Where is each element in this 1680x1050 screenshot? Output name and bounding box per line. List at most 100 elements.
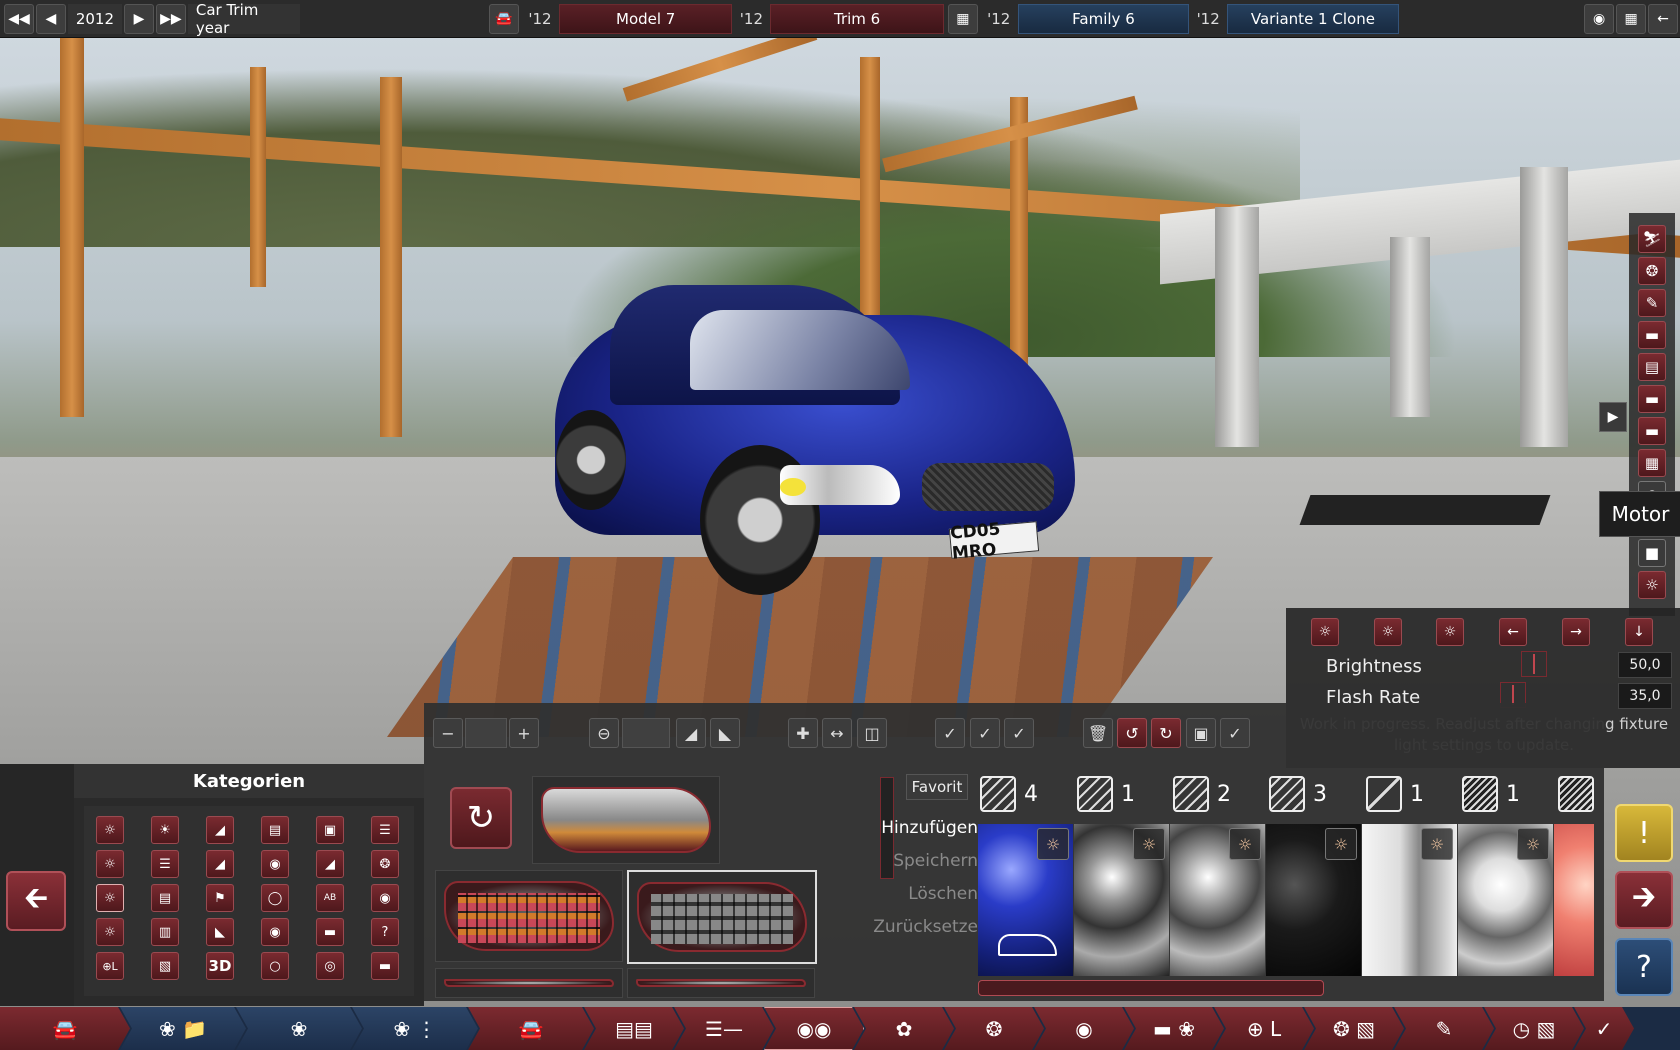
nav-model-folder-icon[interactable]: ❀ 📁 — [120, 1007, 246, 1050]
wheel-icon[interactable]: ❂ — [1638, 257, 1666, 285]
arrow-left-icon[interactable]: ← — [1499, 618, 1527, 646]
previous-year-button[interactable]: ◀ — [35, 3, 66, 34]
material-group[interactable]: 1 — [1366, 776, 1424, 812]
snap-1-icon[interactable]: ✓ — [935, 718, 965, 748]
brightness-value[interactable]: 50,0 — [1618, 652, 1672, 678]
nav-car-parts-icon[interactable]: 🚘 — [468, 1007, 594, 1050]
cat-wiper-icon[interactable]: ◢ — [316, 850, 344, 878]
nav-lights-icon[interactable]: ◉◉ — [764, 1007, 864, 1050]
light-bulb-icon[interactable]: ☼ — [1517, 828, 1549, 860]
nav-engine-icon[interactable]: ❀ — [236, 1007, 362, 1050]
nav-suspension-icon[interactable]: ✿ — [854, 1007, 954, 1050]
cat-handle-icon[interactable]: ▬ — [316, 918, 344, 946]
cat-light-2-icon[interactable]: ☼ — [96, 850, 124, 878]
snap-2-icon[interactable]: ✓ — [970, 718, 1000, 748]
cat-seat-icon[interactable]: ◢ — [206, 816, 234, 844]
cat-list-icon[interactable]: ☰ — [371, 816, 399, 844]
light-icon[interactable]: ☼ — [1638, 571, 1666, 599]
cat-badge-icon[interactable]: ⊕L — [96, 952, 124, 980]
delete-favorite-button[interactable]: Löschen — [870, 884, 978, 904]
cat-sun-icon[interactable]: ☀ — [151, 816, 179, 844]
rotate-field-icon[interactable]: ⊖ — [589, 718, 619, 748]
part-thumbnail[interactable] — [627, 968, 815, 998]
engine-icon[interactable]: ▦ — [1638, 449, 1666, 477]
part-thumbnail-selected[interactable] — [627, 870, 817, 964]
nav-aero-icon[interactable]: ▬ ❀ — [1124, 1007, 1224, 1050]
delete-icon[interactable]: 🗑 — [1083, 718, 1113, 748]
material-group[interactable]: 2 — [1173, 776, 1231, 812]
calculator-icon[interactable]: ▦ — [1616, 3, 1647, 34]
cat-exhaust-icon[interactable]: ◉ — [371, 884, 399, 912]
interior-icon[interactable]: ▤ — [1638, 353, 1666, 381]
camera-icon[interactable]: ◉ — [1584, 3, 1615, 34]
light-mode-2-icon[interactable]: ☼ — [1374, 618, 1402, 646]
rewind-icon[interactable]: ◀◀ — [4, 3, 34, 34]
cat-flag-icon[interactable]: ⚑ — [206, 884, 234, 912]
warning-button[interactable]: ! — [1615, 804, 1673, 862]
lock-icon[interactable]: ▣ — [1186, 718, 1216, 748]
expand-arrow-icon[interactable]: ▶ — [1599, 402, 1627, 432]
material-swatch-frosted-glass[interactable]: ☼ — [1458, 824, 1553, 976]
part-thumbnail[interactable] — [435, 968, 623, 998]
model-selector[interactable]: Model 7 — [558, 3, 733, 34]
rotation-field[interactable] — [622, 718, 670, 748]
snap-3-icon[interactable]: ✓ — [1004, 718, 1034, 748]
fast-forward-icon[interactable]: ▶▶ — [155, 3, 186, 34]
material-icon[interactable]: ■ — [1638, 539, 1666, 567]
cat-car-front-icon[interactable]: ▤ — [261, 816, 289, 844]
cat-truck-icon[interactable]: ▣ — [316, 816, 344, 844]
move-icon[interactable]: ✚ — [788, 718, 818, 748]
light-bulb-icon[interactable]: ☼ — [1133, 828, 1165, 860]
nav-body-icon[interactable]: ▤▤ — [584, 1007, 684, 1050]
fixture-icon[interactable]: ▬ — [1638, 321, 1666, 349]
back-button[interactable]: 🡰 — [6, 871, 66, 931]
mirror-icon[interactable]: ◫ — [857, 718, 887, 748]
material-swatch-black[interactable]: ☼ — [1266, 824, 1361, 976]
nav-testing-icon[interactable]: ◷ ▧ — [1484, 1007, 1584, 1050]
confirm-icon[interactable]: ✓ — [1220, 718, 1250, 748]
cat-light-1-icon[interactable]: ☼ — [96, 816, 124, 844]
cat-rail-icon[interactable]: ▬ — [371, 952, 399, 980]
arrow-right-icon[interactable]: → — [1562, 618, 1590, 646]
light-bulb-icon[interactable]: ☼ — [1421, 828, 1453, 860]
light-bulb-icon[interactable]: ☼ — [1229, 828, 1261, 860]
flash-rate-value[interactable]: 35,0 — [1618, 683, 1672, 709]
light-mode-3-icon[interactable]: ☼ — [1436, 618, 1464, 646]
cat-pedal-icon[interactable]: ◣ — [206, 918, 234, 946]
cat-vent-icon[interactable]: ☰ — [151, 850, 179, 878]
material-swatch-red-lens[interactable] — [1554, 824, 1594, 976]
exit-icon[interactable]: ← — [1648, 3, 1678, 34]
nav-engine-parts-icon[interactable]: ❀ ⋮ — [352, 1007, 478, 1050]
material-group[interactable]: 1 — [1462, 776, 1520, 812]
nav-steering-icon[interactable]: ❂ ▧ — [1304, 1007, 1404, 1050]
nav-brakes-icon[interactable]: ◉ — [1034, 1007, 1134, 1050]
cat-panel-icon[interactable]: ▤ — [151, 884, 179, 912]
material-group[interactable]: 1 — [1077, 776, 1135, 812]
reset-part-button[interactable]: ↻ — [450, 787, 512, 849]
engine-icon[interactable]: ▦ — [947, 3, 978, 34]
cat-circle-icon[interactable]: ○ — [261, 952, 289, 980]
cat-wheel-icon[interactable]: ❂ — [371, 850, 399, 878]
nav-chassis-icon[interactable]: ☰— — [674, 1007, 774, 1050]
cat-frame-icon[interactable]: ▥ — [151, 918, 179, 946]
add-favorite-button[interactable]: Hinzufügen — [870, 818, 978, 838]
nav-car-icon[interactable]: 🚘 — [0, 1007, 130, 1050]
cat-boot-icon[interactable]: ◢ — [206, 850, 234, 878]
reset-favorite-button[interactable]: Zurücksetze — [870, 917, 978, 937]
zoom-out-button[interactable]: − — [433, 718, 463, 748]
stretch-icon[interactable]: ↔ — [822, 718, 852, 748]
variant-selector[interactable]: Variante 1 Clone — [1227, 3, 1399, 34]
skew-left-icon[interactable]: ◢ — [676, 718, 706, 748]
favorite-tab[interactable]: Favorit — [906, 774, 968, 800]
redo-icon[interactable]: ↻ — [1151, 718, 1181, 748]
material-group[interactable]: 3 — [1269, 776, 1327, 812]
cat-emblem-icon[interactable]: ◯ — [261, 884, 289, 912]
material-swatch-chrome-2[interactable]: ☼ — [1170, 824, 1265, 976]
material-swatch-clear-glass[interactable]: ☼ — [1362, 824, 1457, 976]
undo-icon[interactable]: ↺ — [1117, 718, 1147, 748]
cat-plate-icon[interactable]: AB — [316, 884, 344, 912]
nav-interior-icon[interactable]: ⊕ L — [1214, 1007, 1314, 1050]
next-button[interactable]: 🡲 — [1615, 871, 1673, 929]
help-button[interactable]: ? — [1615, 938, 1673, 996]
cat-texture-icon[interactable]: ▧ — [151, 952, 179, 980]
